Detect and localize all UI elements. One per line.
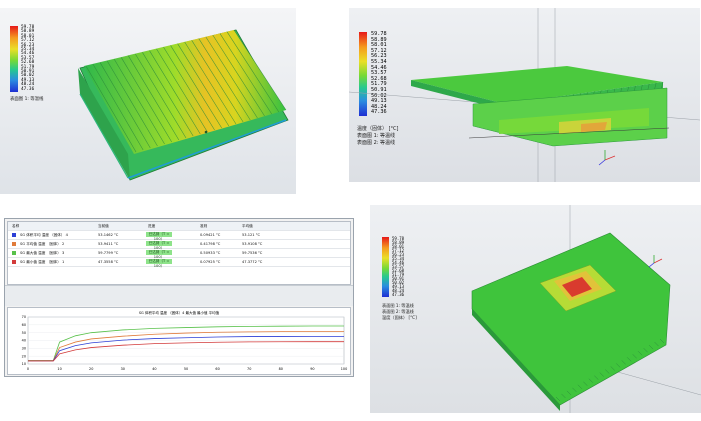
series-line (28, 335, 344, 362)
goals-table: 名称 当前值 进度 准则 平均值 SG 体积平均 温度 （固体） 4 53.146… (7, 221, 351, 285)
goal-criterion: 0.07925 °C (200, 260, 221, 264)
goal-plot-chart: SG 体积平均 温度 （固体）4 最大值 最小值 平均值 70 60 50 40 30 20… (22, 310, 348, 371)
goal-name: SG 体积平均 温度 （固体） 4 (20, 233, 68, 237)
thermal-view-heatsink-box: 59.78 58.89 58.01 57.12 56.23 55.34 54.46 53.57… (0, 8, 296, 194)
goal-current-value: 53.1462 °C (98, 233, 119, 237)
goal-average: 59.7536 °C (242, 251, 263, 255)
y-tick-label: 30 (22, 347, 26, 351)
top-plate-model (471, 205, 701, 413)
section-cut-model (349, 8, 700, 182)
table-row[interactable]: SG 体积平均 温度 （固体） 4 53.1462 °C 已达到（T = 100） 0… (8, 231, 350, 241)
y-tick-label: 10 (22, 362, 26, 366)
goal-name: SG 最小值 温度 （固体） 1 (20, 260, 65, 264)
x-tick-label: 90 (310, 367, 314, 371)
x-tick-label: 70 (247, 367, 251, 371)
table-row[interactable]: SG 平均值 温度 （固体） 2 53.9411 °C 已达到（T = 100） 0.… (8, 240, 350, 250)
col-name-header: 名称 (12, 224, 20, 228)
table-row[interactable]: SG 最小值 温度 （固体） 1 47.3558 °C 已达到（T = 100） 0.… (8, 258, 350, 268)
goal-progress: 已达到（T = 100） (146, 259, 172, 268)
col-current-header: 当前值 (98, 224, 109, 228)
series-color-swatch (12, 260, 16, 264)
goal-average: 53.121 °C (242, 233, 261, 237)
col-progress-header: 进度 (148, 224, 156, 228)
goals-results-panel: 名称 当前值 进度 准则 平均值 SG 体积平均 温度 （固体） 4 53.146… (4, 218, 354, 377)
goal-current-value: 53.9411 °C (98, 242, 119, 246)
col-average-header: 平均值 (242, 224, 253, 228)
goal-name: SG 最大值 温度 （固体） 3 (20, 251, 65, 255)
goal-criterion: 0.41798 °C (200, 242, 221, 246)
goal-current-value: 59.7799 °C (98, 251, 119, 255)
thermal-view-side-section: 59.78 58.89 58.01 57.12 56.23 55.34 54.46 53.57… (349, 8, 700, 182)
goal-progress: 已达到（T = 100） (146, 232, 172, 241)
series-color-swatch (12, 242, 16, 246)
goal-criterion: 0.50933 °C (200, 251, 221, 255)
x-tick-label: 20 (89, 367, 93, 371)
goal-plot: SG 体积平均 温度 （固体）4 最大值 最小值 平均值 70 60 50 40 30 20… (7, 307, 351, 375)
table-header-row: 名称 当前值 进度 准则 平均值 (8, 222, 350, 231)
x-tick-label: 50 (184, 367, 188, 371)
y-tick-label: 70 (22, 315, 26, 319)
y-tick-label: 20 (22, 354, 26, 358)
goal-progress: 已达到（T = 100） (146, 250, 172, 259)
y-tick-label: 60 (22, 323, 26, 327)
x-tick-label: 0 (27, 367, 29, 371)
table-row[interactable]: SG 最大值 温度 （固体） 3 59.7799 °C 已达到（T = 100） 0.… (8, 249, 350, 259)
x-tick-label: 60 (215, 367, 219, 371)
chart-title: SG 体积平均 温度 （固体）4 最大值 最小值 平均值 (139, 310, 220, 315)
heatsink-box-model (78, 29, 289, 181)
goal-progress: 已达到（T = 100） (146, 241, 172, 250)
x-tick-label: 30 (121, 367, 125, 371)
goal-criterion: 0.09421 °C (200, 233, 221, 237)
x-tick-label: 10 (57, 367, 61, 371)
series-line (28, 341, 344, 362)
x-tick-label: 80 (279, 367, 283, 371)
y-tick-label: 50 (22, 331, 26, 335)
thermal-view-top-plate: 59.78 58.89 58.01 57.12 56.23 55.34 54.46 53.57… (370, 205, 701, 413)
series-color-swatch (12, 233, 16, 237)
y-tick-label: 40 (22, 339, 26, 343)
goal-current-value: 47.3558 °C (98, 260, 119, 264)
goal-average: 47.3772 °C (242, 260, 263, 264)
x-tick-label: 40 (152, 367, 156, 371)
series-color-swatch (12, 251, 16, 255)
panel-splitter[interactable] (5, 285, 353, 306)
col-criterion-header: 准则 (200, 224, 208, 228)
goal-average: 53.9108 °C (242, 242, 263, 246)
x-tick-label: 100 (341, 367, 347, 371)
goal-name: SG 平均值 温度 （固体） 2 (20, 242, 65, 246)
